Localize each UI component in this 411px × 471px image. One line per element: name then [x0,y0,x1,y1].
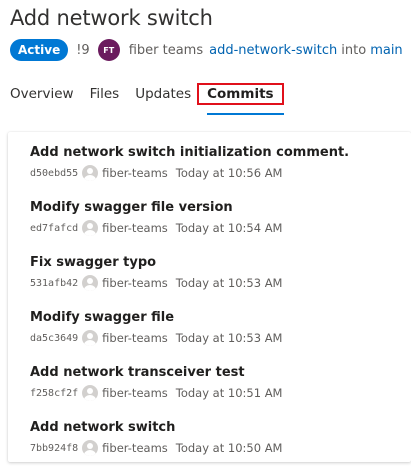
pr-id: !9 [76,42,90,58]
tab-label: Overview [10,86,74,102]
commit-meta: 531afb42 fiber-teams Today at 10:53 AM [30,275,411,291]
commit-hash[interactable]: d50ebd55 [30,168,78,179]
commit-time: Today at 10:50 AM [175,441,283,455]
commit-time: Today at 10:54 AM [175,221,283,235]
commit-hash[interactable]: ed7fafcd [30,223,78,234]
commit-time: Today at 10:51 AM [175,386,283,400]
user-avatar-icon [82,165,99,181]
commit-meta: da5c3649 fiber-teams Today at 10:53 AM [30,330,411,346]
commit-meta: f258cf2f fiber-teams Today at 10:51 AM [30,385,411,401]
status-badge[interactable]: Active [10,39,69,61]
commit-meta: 7bb924f8 fiber-teams Today at 10:50 AM [30,440,411,456]
tab-label: Files [89,86,120,102]
commit-row[interactable]: Add network switch 7bb924f8 fiber-teams … [8,407,411,462]
commit-meta: d50ebd55 fiber-teams Today at 10:56 AM [30,165,411,181]
pr-meta-row: Active !9 FT fiber teams add-network-swi… [10,38,403,62]
user-avatar-icon [82,385,99,401]
commit-message[interactable]: Modify swagger file version [30,199,411,216]
tab-label: Updates [135,86,192,102]
user-avatar-icon [82,330,99,346]
user-avatar-icon [82,220,99,236]
commit-hash[interactable]: 7bb924f8 [30,443,78,454]
commit-author: fiber-teams [102,441,168,455]
user-avatar-icon [82,440,99,456]
commit-hash[interactable]: 531afb42 [30,278,78,289]
tab-overview[interactable]: Overview [10,82,74,106]
tab-updates[interactable]: Updates [135,82,191,106]
user-avatar-icon [82,275,99,291]
commit-message[interactable]: Add network switch initialization commen… [30,144,411,161]
commit-time: Today at 10:53 AM [175,331,283,345]
author-avatar[interactable]: FT [97,39,120,61]
commit-time: Today at 10:53 AM [175,276,283,290]
tab-label: Commits [197,83,284,105]
commit-hash[interactable]: da5c3649 [30,333,78,344]
commit-author: fiber-teams [102,166,168,180]
source-branch-link[interactable]: add-network-switch [209,43,337,58]
commit-author: fiber-teams [102,276,168,290]
commit-meta: ed7fafcd fiber-teams Today at 10:54 AM [30,220,411,236]
tab-files[interactable]: Files [90,82,120,106]
commit-message[interactable]: Add network switch [30,419,411,436]
target-branch-link[interactable]: main [370,43,402,58]
author-name: fiber teams [128,42,204,58]
commit-author: fiber-teams [102,386,168,400]
tab-bar: Overview Files Updates Commits [10,82,300,116]
page-title: Add network switch [10,6,213,30]
commit-message[interactable]: Fix swagger typo [30,254,411,271]
commit-message[interactable]: Modify swagger file [30,309,411,326]
tab-commits[interactable]: Commits [197,82,285,115]
commit-list: Add network switch initialization commen… [8,132,411,462]
commit-row[interactable]: Add network transceiver test f258cf2f fi… [8,352,411,407]
commit-time: Today at 10:56 AM [175,166,283,180]
commit-row[interactable]: Modify swagger file da5c3649 fiber-teams… [8,297,411,352]
commit-message[interactable]: Add network transceiver test [30,364,411,381]
commit-author: fiber-teams [102,331,168,345]
commit-row[interactable]: Fix swagger typo 531afb42 fiber-teams To… [8,242,411,297]
commit-row[interactable]: Add network switch initialization commen… [8,132,411,187]
commit-row[interactable]: Modify swagger file version ed7fafcd fib… [8,187,411,242]
pull-request-page: Add network switch Active !9 FT fiber te… [0,0,411,471]
commit-author: fiber-teams [102,221,168,235]
commit-hash[interactable]: f258cf2f [30,388,78,399]
into-label: into [341,42,367,58]
